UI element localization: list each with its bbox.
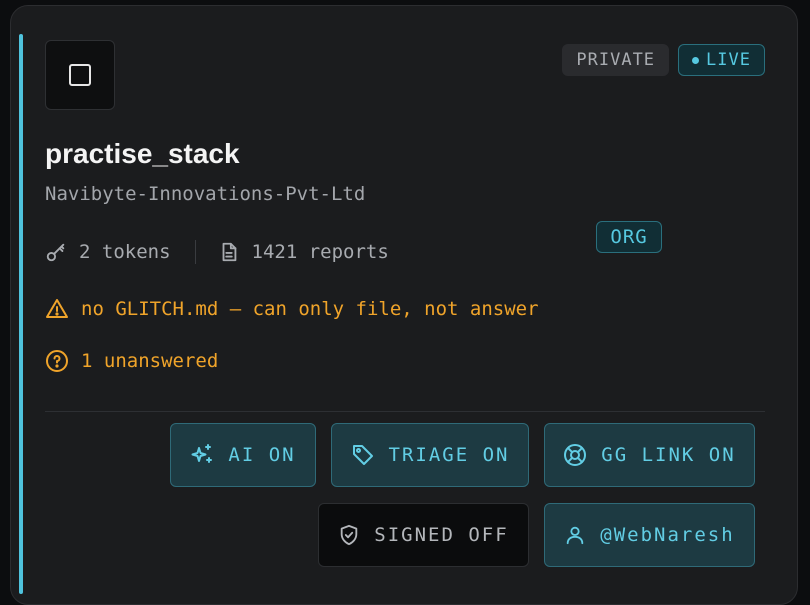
warning-icon: [46, 299, 68, 318]
repo-stats: 2 tokens 1421 reports: [45, 240, 389, 264]
gg-link-toggle-button[interactable]: GG LINK ON: [544, 423, 755, 487]
glitch-warning: no GLITCH.md — can only file, not answer: [45, 297, 539, 321]
private-badge: PRIVATE: [562, 44, 670, 76]
key-icon: [46, 243, 65, 262]
user-label: @WebNaresh: [600, 524, 735, 546]
tag-icon: [352, 445, 373, 465]
question-circle-icon: [46, 350, 68, 372]
triage-toggle-label: TRIAGE ON: [388, 444, 510, 466]
user-icon: [567, 526, 584, 545]
stats-separator: [194, 240, 196, 264]
live-dot-icon: [692, 56, 700, 64]
triage-toggle-button[interactable]: TRIAGE ON: [331, 423, 529, 487]
gg-link-toggle-label: GG LINK ON: [601, 444, 736, 466]
tokens-label: 2 tokens: [79, 241, 171, 263]
sparkles-icon: [191, 444, 213, 463]
live-badge: LIVE: [678, 44, 765, 76]
unanswered-text: 1 unanswered: [81, 350, 219, 372]
divider: [45, 411, 765, 412]
badge-group: PRIVATE ORG LIVE: [562, 44, 765, 253]
signed-off-button[interactable]: SIGNED OFF: [318, 503, 529, 567]
lifebuoy-icon: [564, 444, 587, 466]
org-badge-label: ORG: [610, 226, 648, 248]
unanswered-notice[interactable]: 1 unanswered: [45, 349, 218, 373]
private-badge-label: PRIVATE: [576, 50, 656, 70]
repo-avatar: [45, 40, 115, 110]
tokens-stat: 2 tokens: [45, 241, 171, 263]
user-button[interactable]: @WebNaresh: [544, 503, 755, 567]
reports-stat: 1421 reports: [218, 241, 389, 263]
repo-title: practise_stack: [45, 138, 240, 169]
square-icon: [69, 64, 91, 86]
glitch-warning-text: no GLITCH.md — can only file, not answer: [81, 298, 539, 320]
accent-bar: [19, 34, 23, 594]
ai-toggle-button[interactable]: AI ON: [170, 423, 316, 487]
live-badge-label: LIVE: [706, 50, 751, 70]
document-icon: [222, 242, 236, 262]
repo-org: Navibyte-Innovations-Pvt-Ltd: [45, 183, 366, 205]
shield-check-icon: [341, 524, 358, 546]
reports-label: 1421 reports: [251, 241, 389, 263]
org-badge: ORG: [596, 221, 662, 253]
ai-toggle-label: AI ON: [228, 444, 296, 466]
signed-off-label: SIGNED OFF: [374, 524, 509, 546]
